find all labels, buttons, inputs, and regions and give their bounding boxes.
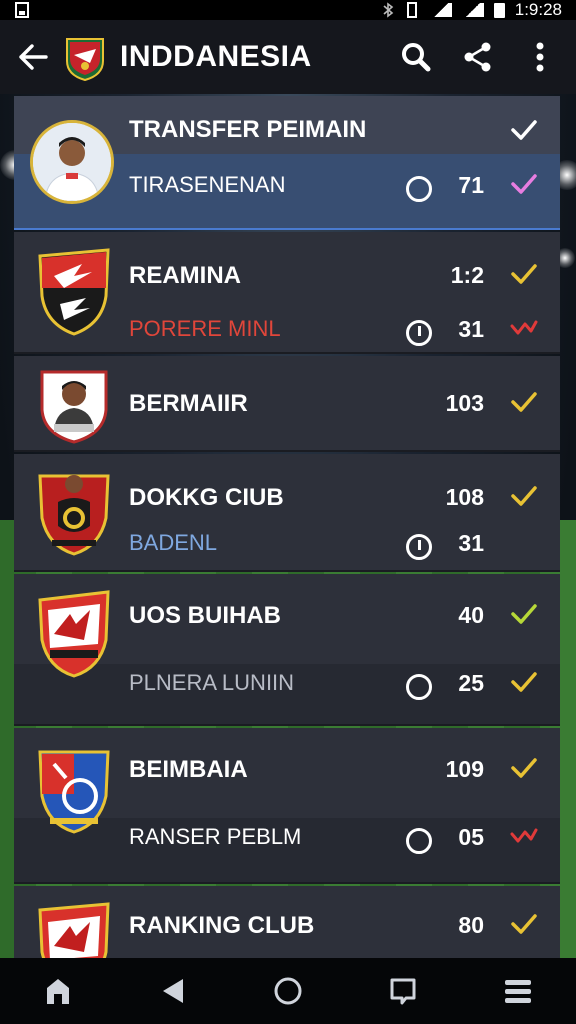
item-title: UOS BUIHAB: [129, 602, 282, 629]
home-icon: [46, 979, 69, 1004]
item-title: REAMINA: [129, 262, 241, 289]
item-subtitle: BADENL: [129, 530, 218, 555]
item-value: 109: [445, 756, 484, 782]
item-subtitle: TIRASENENAN: [129, 172, 286, 197]
item-title: BERMAIIR: [129, 390, 248, 417]
item-value: 31: [458, 530, 484, 556]
nav-menu-button[interactable]: [496, 969, 540, 1013]
clock-icon: [406, 674, 432, 700]
list-item[interactable]: BEIMBAIA RANSER PEBLM 109 05: [14, 728, 560, 884]
club-crest-icon: [38, 474, 110, 556]
bottom-nav-bar: [0, 958, 576, 1024]
list-item[interactable]: UOS BUIHAB PLNERA LUNIIN 40 25: [14, 574, 560, 726]
more-vert-icon: [536, 42, 544, 72]
share-icon: [464, 42, 491, 72]
status-bar: 1:9:28: [0, 0, 576, 20]
check-icon: [511, 672, 537, 692]
item-value: 25: [458, 670, 484, 696]
item-value: 1:2: [450, 262, 484, 288]
app-bar: INDDANESIA: [0, 20, 576, 94]
menu-icon: [505, 980, 532, 1003]
item-title: BEIMBAIA: [129, 756, 248, 783]
club-crest-icon: [38, 590, 110, 678]
club-crest-icon: [38, 248, 110, 336]
arrow-left-icon: [19, 44, 48, 70]
item-value: 71: [458, 172, 484, 198]
player-avatar: [30, 120, 114, 204]
nav-circle-button[interactable]: [266, 969, 310, 1013]
search-icon: [402, 43, 431, 72]
check-icon: [511, 604, 537, 624]
notification-icon: [15, 2, 29, 18]
item-title: DOKKG CIUB: [129, 484, 284, 511]
nav-back-button[interactable]: [151, 969, 195, 1013]
check-icon: [511, 392, 537, 412]
battery-icon: [493, 2, 505, 18]
list-item[interactable]: REAMINA PORERE MINL 1:2 31: [14, 232, 560, 354]
clock-icon: [406, 176, 432, 202]
nav-home-button[interactable]: [36, 969, 80, 1013]
check-icon: [511, 264, 537, 284]
bluetooth-icon: [383, 2, 394, 18]
clock-icon: [406, 320, 432, 346]
item-subtitle: PLNERA LUNIIN: [129, 670, 295, 695]
club-crest-icon: [40, 370, 108, 444]
vibrate-icon: [406, 2, 417, 18]
more-options-button[interactable]: [520, 37, 560, 77]
item-value: 80: [458, 912, 484, 938]
item-subtitle: PORERE MINL: [129, 316, 281, 341]
double-check-icon: [510, 320, 538, 335]
double-check-icon: [510, 828, 538, 843]
clock-icon: [406, 828, 432, 854]
item-value: 103: [445, 390, 484, 416]
nav-recent-button[interactable]: [381, 969, 425, 1013]
list-item[interactable]: BERMAIIR 103: [14, 356, 560, 452]
check-icon: [511, 120, 537, 140]
item-title: TRANSFER PEIMAIN: [129, 116, 367, 143]
item-subtitle: RANSER PEBLM: [129, 824, 302, 849]
back-button[interactable]: [16, 40, 50, 74]
player-photo-icon: [33, 123, 111, 201]
search-button[interactable]: [396, 37, 436, 77]
status-time: 1:9:28: [514, 0, 562, 19]
item-value: 31: [458, 316, 484, 342]
check-icon: [511, 914, 537, 934]
check-icon: [511, 486, 537, 506]
status-indicators: 1:9:28: [382, 0, 562, 20]
item-value: 108: [445, 484, 484, 510]
share-button[interactable]: [458, 37, 498, 77]
triangle-back-icon: [162, 979, 183, 1003]
check-icon: [511, 758, 537, 778]
app-actions: [396, 37, 560, 77]
item-value: 40: [458, 602, 484, 628]
list-item[interactable]: TRANSFER PEIMAIN TIRASENENAN 71: [14, 96, 560, 230]
clock-icon: [406, 534, 432, 560]
list-item[interactable]: RANKING CLUB 80: [14, 886, 560, 958]
club-list: TRANSFER PEIMAIN TIRASENENAN 71 REAMINA …: [14, 96, 560, 958]
square-recent-icon: [390, 978, 416, 1005]
item-value: 05: [458, 824, 484, 850]
wifi-signal-icon: [461, 3, 484, 17]
signal-icon: [429, 3, 452, 17]
check-icon: [511, 174, 537, 194]
circle-home-icon: [274, 977, 302, 1005]
list-item[interactable]: DOKKG CIUB BADENL 108 31: [14, 454, 560, 572]
club-crest-icon: [38, 902, 110, 958]
club-crest-icon: [66, 38, 104, 81]
item-title: RANKING CLUB: [129, 912, 315, 939]
club-crest-icon: [38, 750, 110, 834]
page-title: INDDANESIA: [120, 40, 312, 73]
